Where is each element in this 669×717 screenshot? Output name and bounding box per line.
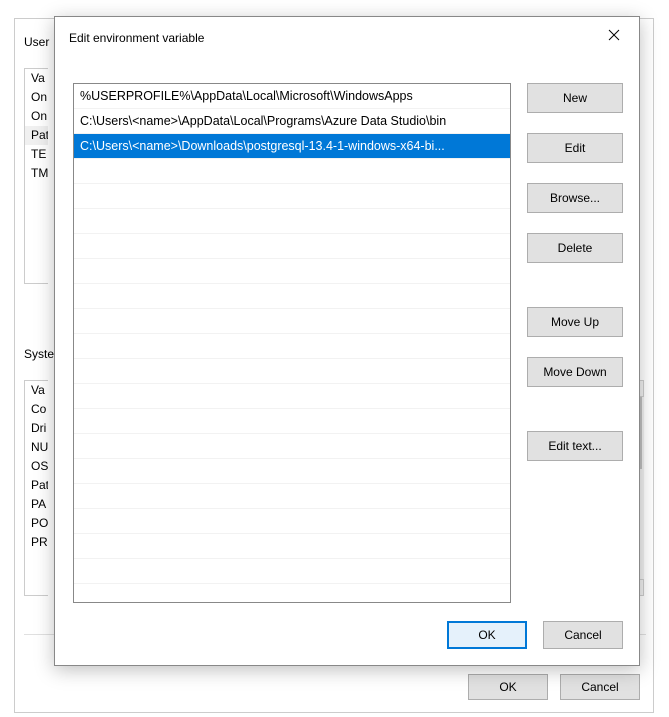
list-item: PA xyxy=(25,495,48,514)
list-item: Co xyxy=(25,400,48,419)
edit-text-button[interactable]: Edit text... xyxy=(527,431,623,461)
path-entry[interactable]: C:\Users\<name>\Downloads\postgresql-13.… xyxy=(74,134,510,159)
path-entry[interactable]: C:\Users\<name>\AppData\Local\Programs\A… xyxy=(74,109,510,134)
path-entry-empty[interactable] xyxy=(74,184,510,209)
edit-button[interactable]: Edit xyxy=(527,133,623,163)
cancel-button[interactable]: Cancel xyxy=(543,621,623,649)
path-entry-empty[interactable] xyxy=(74,434,510,459)
path-entry-empty[interactable] xyxy=(74,259,510,284)
new-button[interactable]: New xyxy=(527,83,623,113)
path-list[interactable]: %USERPROFILE%\AppData\Local\Microsoft\Wi… xyxy=(73,83,511,603)
list-item: TM xyxy=(25,164,48,183)
list-item: Pat xyxy=(25,126,48,145)
path-entry-empty[interactable] xyxy=(74,209,510,234)
path-entry-empty[interactable] xyxy=(74,384,510,409)
close-icon xyxy=(608,29,620,41)
path-entry-empty[interactable] xyxy=(74,559,510,584)
list-item: TE xyxy=(25,145,48,164)
path-entry[interactable]: %USERPROFILE%\AppData\Local\Microsoft\Wi… xyxy=(74,84,510,109)
path-entry-empty[interactable] xyxy=(74,309,510,334)
path-entry-empty[interactable] xyxy=(74,484,510,509)
path-entry-empty[interactable] xyxy=(74,509,510,534)
path-entry-empty[interactable] xyxy=(74,159,510,184)
cancel-button[interactable]: Cancel xyxy=(560,674,640,700)
path-entry-empty[interactable] xyxy=(74,459,510,484)
path-entry-empty[interactable] xyxy=(74,234,510,259)
move-down-button[interactable]: Move Down xyxy=(527,357,623,387)
ok-button[interactable]: OK xyxy=(468,674,548,700)
dialog-title: Edit environment variable xyxy=(69,31,204,45)
list-item: On xyxy=(25,88,48,107)
path-entry-empty[interactable] xyxy=(74,284,510,309)
path-entry-empty[interactable] xyxy=(74,534,510,559)
edit-environment-variable-dialog: Edit environment variable %USERPROFILE%\… xyxy=(54,16,640,666)
ok-button[interactable]: OK xyxy=(447,621,527,649)
path-entry-empty[interactable] xyxy=(74,359,510,384)
list-item: Dri xyxy=(25,419,48,438)
path-entry-empty[interactable] xyxy=(74,409,510,434)
list-item: PR xyxy=(25,533,48,552)
user-variables-label: User xyxy=(24,35,49,49)
move-up-button[interactable]: Move Up xyxy=(527,307,623,337)
list-item: PO xyxy=(25,514,48,533)
list-item: Va xyxy=(25,381,48,400)
list-item: On xyxy=(25,107,48,126)
list-item: Va xyxy=(25,69,48,88)
path-entry-empty[interactable] xyxy=(74,334,510,359)
list-item: NU xyxy=(25,438,48,457)
system-variables-list[interactable]: Va Co Dri NU OS Pat PA PO PR xyxy=(24,380,48,596)
delete-button[interactable]: Delete xyxy=(527,233,623,263)
user-variables-list[interactable]: Va On On Pat TE TM xyxy=(24,68,48,284)
close-button[interactable] xyxy=(599,25,629,47)
browse-button[interactable]: Browse... xyxy=(527,183,623,213)
list-item: OS xyxy=(25,457,48,476)
system-variables-label: Syste xyxy=(24,347,54,361)
list-item: Pat xyxy=(25,476,48,495)
